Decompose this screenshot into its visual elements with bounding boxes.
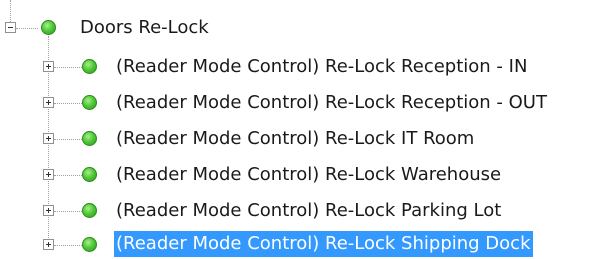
tree-line xyxy=(54,139,82,140)
status-online-icon xyxy=(41,20,56,35)
tree-node-label[interactable]: (Reader Mode Control) Re-Lock Warehouse xyxy=(114,162,503,188)
tree-node-label[interactable]: (Reader Mode Control) Re-Lock Reception … xyxy=(114,54,529,80)
expand-toggle[interactable] xyxy=(43,133,54,144)
expand-toggle[interactable] xyxy=(43,97,54,108)
tree-line xyxy=(54,245,82,246)
tree-view: Doors Re-Lock (Reader Mode Control) Re-L… xyxy=(0,0,610,259)
status-online-icon xyxy=(82,167,97,182)
expand-toggle[interactable] xyxy=(43,205,54,216)
status-online-icon xyxy=(82,131,97,146)
expand-toggle[interactable] xyxy=(43,61,54,72)
plus-icon-bar xyxy=(48,100,49,105)
status-online-icon xyxy=(82,237,97,252)
collapse-toggle-root[interactable] xyxy=(5,22,16,33)
plus-icon-bar xyxy=(48,64,49,69)
plus-icon-bar xyxy=(48,208,49,213)
tree-line xyxy=(16,28,38,29)
minus-icon xyxy=(8,27,13,28)
tree-node-label[interactable]: (Reader Mode Control) Re-Lock Parking Lo… xyxy=(114,198,503,224)
plus-icon-bar xyxy=(48,242,49,247)
tree-line xyxy=(10,0,11,22)
tree-node-root-label[interactable]: Doors Re-Lock xyxy=(78,15,211,41)
tree-node-label-selected[interactable]: (Reader Mode Control) Re-Lock Shipping D… xyxy=(114,231,533,257)
expand-toggle[interactable] xyxy=(43,239,54,250)
tree-line xyxy=(54,67,82,68)
tree-line xyxy=(54,211,82,212)
tree-node-label[interactable]: (Reader Mode Control) Re-Lock IT Room xyxy=(114,126,476,152)
plus-icon-bar xyxy=(48,172,49,177)
status-online-icon xyxy=(82,203,97,218)
tree-node-label[interactable]: (Reader Mode Control) Re-Lock Reception … xyxy=(114,90,549,116)
status-online-icon xyxy=(82,95,97,110)
status-online-icon xyxy=(82,59,97,74)
tree-line xyxy=(54,103,82,104)
expand-toggle[interactable] xyxy=(43,169,54,180)
plus-icon-bar xyxy=(48,136,49,141)
tree-line xyxy=(54,175,82,176)
